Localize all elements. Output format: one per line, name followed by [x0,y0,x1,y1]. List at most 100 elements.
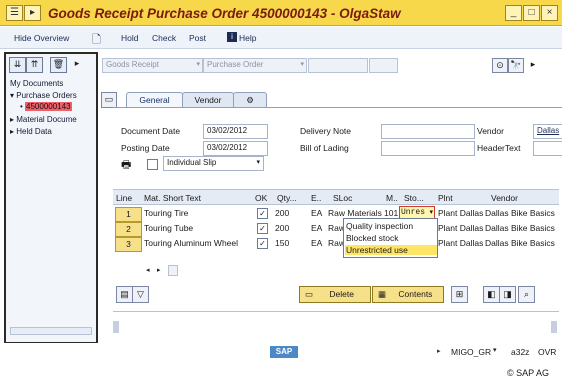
hold-button[interactable]: Hold [121,33,138,43]
line-number[interactable]: 1 [115,207,142,222]
column-movement-type[interactable]: M.. [386,193,398,203]
quantity[interactable]: 200 [275,223,289,233]
right-scroll-handle[interactable] [551,321,557,333]
hide-overview-button[interactable]: Hide Overview [14,33,69,43]
detail-icon[interactable]: ▤ [116,286,133,303]
execute-icon[interactable]: ⊙ [492,58,508,73]
contents-button[interactable]: ▦ Contents [372,286,444,303]
tree-node-material-documents[interactable]: ▸ Material Docume [10,115,77,124]
tab-vendor[interactable]: Vendor [182,92,234,108]
previous-icon[interactable]: ◧ [483,286,500,303]
horizontal-scrollbar[interactable] [10,327,92,335]
divider [113,311,559,312]
material-text: Touring Tube [144,223,194,233]
ok-checkbox[interactable]: ✓ [257,208,268,219]
chevron-down-icon: ▾ [300,61,304,68]
collapse-all-icon[interactable]: ⇈ [26,57,43,73]
expand-icon[interactable]: ▸ [24,5,41,21]
tab-general[interactable]: General [126,92,183,108]
item-number-field[interactable] [369,58,398,73]
delete-button[interactable]: ▭ Delete [299,286,371,303]
tab-more[interactable]: ⚙ [233,92,267,108]
plant: Plant Dallas [438,223,484,233]
plant: Plant Dallas [438,238,484,248]
column-mat-short-text[interactable]: Mat. Short Text [144,193,201,203]
column-unit[interactable]: E.. [311,193,321,203]
ok-checkbox[interactable]: ✓ [257,223,268,234]
line-number[interactable]: 2 [115,222,142,237]
posting-date-field[interactable]: 03/02/2012 [203,141,268,156]
plant: Plant Dallas [438,208,484,218]
search-icon[interactable]: ⌕ [518,286,535,303]
help-icon[interactable]: i [227,32,237,42]
action-dropdown[interactable]: Goods Receipt ▾ [102,58,203,73]
folder-icon[interactable]: ▭ [101,92,117,108]
vendor-field[interactable]: Dallas [533,124,562,139]
chevron-down-icon: ▾ [256,159,260,166]
vendor-name: Dallas Bike Basics [485,238,555,248]
chevron-down-icon[interactable]: ▾ [493,346,497,354]
menu-icon[interactable]: ☰ [6,5,23,21]
tree-node-po-4500000143[interactable]: • 4500000143 [20,102,72,111]
table-row[interactable]: 3 Touring Aluminum Wheel ✓ 150 EA Raw Pl… [113,236,559,252]
column-vendor[interactable]: Vendor [491,193,518,203]
scroll-left-icon[interactable]: ◂ [146,266,150,274]
header-text-label: HeaderText [477,143,521,153]
filter-icon[interactable]: ▽ [132,286,149,303]
reference-dropdown[interactable]: Purchase Order ▾ [203,58,307,73]
minimize-icon[interactable]: _ [505,5,522,21]
stock-type-options: Quality inspection Blocked stock Unrestr… [343,218,438,258]
column-plant[interactable]: Plnt [438,193,453,203]
left-scroll-handle[interactable] [113,321,119,333]
scroll-right-icon[interactable]: ▸ [72,57,82,71]
table-row[interactable]: 2 Touring Tube ✓ 200 EA Raw Plant Dallas… [113,221,559,237]
material-text: Touring Tire [144,208,189,218]
column-ok[interactable]: OK [255,193,267,203]
print-icon[interactable]: 🖶 [121,156,131,175]
column-stock-type[interactable]: Sto... [404,193,424,203]
maximize-icon[interactable]: □ [523,5,540,21]
quantity[interactable]: 150 [275,238,289,248]
bill-of-lading-field[interactable] [381,141,475,156]
delete-icon[interactable]: 🗑 [50,57,67,73]
expand-all-icon[interactable]: ⇊ [9,57,26,73]
print-checkbox[interactable] [147,159,158,170]
find-icon[interactable]: 🔭 [508,58,524,73]
application-toolbar: Hide Overview 🗋 Hold Check Post i Help [0,27,562,49]
option-quality-inspection[interactable]: Quality inspection [346,221,413,231]
column-line[interactable]: Line [116,193,132,203]
tree-root[interactable]: My Documents [10,79,63,88]
help-button[interactable]: Help [239,33,256,43]
tree-node-purchase-orders[interactable]: ▾ Purchase Orders [10,91,77,100]
scroll-icon[interactable]: ▸ [526,58,540,71]
reference-number-field[interactable] [308,58,368,73]
tree-node-held-data[interactable]: ▸ Held Data [10,127,52,136]
close-icon[interactable]: × [541,5,558,21]
expand-icon[interactable]: ⊞ [451,286,468,303]
new-document-icon[interactable]: 🗋 [92,31,101,50]
option-unrestricted-use[interactable]: Unrestricted use [345,245,437,255]
delete-icon: ▭ [305,289,314,299]
quantity[interactable]: 200 [275,208,289,218]
line-number[interactable]: 3 [115,237,142,252]
column-qty[interactable]: Qty... [277,193,297,203]
storage-location[interactable]: Raw Materials [328,208,382,218]
column-sloc[interactable]: SLoc [333,193,352,203]
delivery-note-field[interactable] [381,124,475,139]
next-icon[interactable]: ◨ [499,286,516,303]
status-arrow-icon[interactable]: ▸ [437,347,441,355]
check-button[interactable]: Check [152,33,176,43]
ok-checkbox[interactable]: ✓ [257,238,268,249]
vendor-label: Vendor [477,126,504,136]
slip-option-dropdown[interactable]: Individual Slip ▾ [163,156,264,171]
scroll-right-icon[interactable]: ▸ [157,266,161,274]
column-scrollbar[interactable] [168,265,178,276]
unit: EA [311,208,323,218]
post-button[interactable]: Post [189,33,206,43]
posting-date-label: Posting Date [121,143,170,153]
option-blocked-stock[interactable]: Blocked stock [346,233,398,243]
header-text-field[interactable] [533,141,562,156]
document-date-field[interactable]: 03/02/2012 [203,124,268,139]
copyright: © SAP AG [507,368,549,378]
table-row[interactable]: 1 Touring Tire ✓ 200 EA Raw Materials 10… [113,206,559,222]
